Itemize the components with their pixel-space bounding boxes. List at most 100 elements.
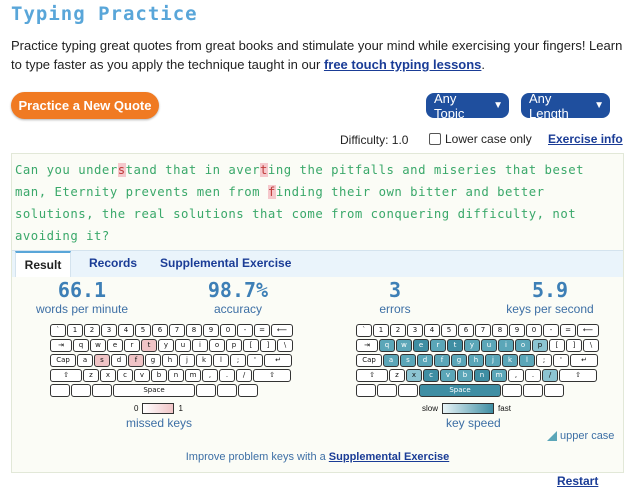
key	[50, 384, 70, 397]
key: 1	[67, 324, 83, 337]
key: i	[192, 339, 208, 352]
speed-legend: slow fast	[422, 403, 511, 414]
key: t	[447, 339, 463, 352]
key: 2	[390, 324, 406, 337]
exercise-panel: Can you understand that in averting the …	[11, 153, 624, 473]
errors-label: errors	[379, 302, 411, 316]
key: 6	[458, 324, 474, 337]
keyboard-row: ⇧ z x c v b n m,. / ⇧	[50, 369, 294, 382]
key: y	[158, 339, 174, 352]
page-title: Typing Practice	[11, 3, 198, 25]
key: v	[440, 369, 456, 382]
new-quote-button[interactable]: Practice a New Quote	[11, 92, 159, 119]
quote-segment: Can you under	[15, 163, 118, 177]
keyboard-row: ⇥ q w e r t y u i o p[] \	[356, 339, 600, 352]
wpm-stat: 66.1 words per minute	[32, 278, 132, 316]
upper-case-triangle-icon	[547, 431, 557, 441]
key: p	[532, 339, 548, 352]
kps-stat: 5.9 keys per second	[500, 278, 600, 316]
key: a	[383, 354, 399, 367]
key: 8	[186, 324, 202, 337]
lower-case-checkbox[interactable]	[429, 133, 441, 145]
key: h	[468, 354, 484, 367]
key: -	[237, 324, 253, 337]
length-select-value: Any Length	[529, 90, 569, 121]
key	[523, 384, 543, 397]
key: ↵	[570, 354, 598, 367]
keyboard-row: ` 1 2 3 4 5 6 7 8 9 0- = ⟵	[50, 324, 294, 337]
restart-link[interactable]: Restart	[557, 474, 598, 488]
accuracy-stat: 98.7% accuracy	[188, 278, 288, 316]
intro-end: .	[481, 57, 486, 72]
key: ⇥	[50, 339, 72, 352]
keyboard-row: ` 1 2 3 4 5 6 7 8 9 0- = ⟵	[356, 324, 600, 337]
key: w	[90, 339, 106, 352]
keyboard-row: ⇧ z x c v b n m,. / ⇧	[356, 369, 600, 382]
difficulty-label: Difficulty: 1.0	[340, 133, 409, 147]
key	[356, 384, 376, 397]
key: o	[515, 339, 531, 352]
key: q	[73, 339, 89, 352]
length-select[interactable]: Any Length ▼	[521, 90, 610, 121]
exercise-info-link[interactable]: Exercise info	[548, 132, 623, 146]
key: 9	[509, 324, 525, 337]
key: ⇧	[559, 369, 597, 382]
upper-case-legend: upper case	[547, 430, 614, 442]
key: i	[498, 339, 514, 352]
key: 5	[441, 324, 457, 337]
key: 9	[203, 324, 219, 337]
quote-text[interactable]: Can you understand that in averting the …	[15, 159, 615, 247]
key	[196, 384, 216, 397]
key: y	[464, 339, 480, 352]
lessons-link[interactable]: free touch typing lessons	[324, 57, 481, 72]
key: f	[128, 354, 144, 367]
key: ,	[202, 369, 218, 382]
key: ↵	[264, 354, 292, 367]
key: e	[107, 339, 123, 352]
key: ⟵	[271, 324, 293, 337]
key: '	[247, 354, 263, 367]
key: /	[542, 369, 558, 382]
errors-value: 3	[388, 278, 402, 302]
key: k	[196, 354, 212, 367]
key: 3	[407, 324, 423, 337]
key: u	[481, 339, 497, 352]
key: ;	[230, 354, 246, 367]
tab-result[interactable]: Result	[15, 251, 71, 277]
missed-legend-bar	[142, 403, 175, 414]
key: m	[491, 369, 507, 382]
key: h	[162, 354, 178, 367]
key: j	[485, 354, 501, 367]
key: r	[430, 339, 446, 352]
key: 2	[84, 324, 100, 337]
key: ⇧	[253, 369, 291, 382]
missed-keys-keyboard: ` 1 2 3 4 5 6 7 8 9 0- = ⟵ ⇥ q w e r t y u i o p[] \ Cap a s d f g h j k l…	[50, 324, 294, 399]
key: Cap	[356, 354, 382, 367]
key: [	[243, 339, 259, 352]
tab-supplemental-exercise[interactable]: Supplemental Exercise	[160, 256, 291, 270]
key: b	[151, 369, 167, 382]
key: b	[457, 369, 473, 382]
key: w	[396, 339, 412, 352]
speed-legend-fast: fast	[498, 404, 511, 413]
key	[217, 384, 237, 397]
lower-case-option[interactable]: Lower case only	[429, 132, 532, 146]
key	[238, 384, 258, 397]
quote-segment: tand that in aver	[125, 163, 261, 177]
key: a	[77, 354, 93, 367]
key: `	[356, 324, 372, 337]
key	[502, 384, 522, 397]
key-speed-label: key speed	[446, 416, 501, 430]
chevron-down-icon: ▼	[594, 100, 604, 111]
key: 1	[373, 324, 389, 337]
key: d	[417, 354, 433, 367]
topic-select[interactable]: Any Topic ▼	[426, 91, 509, 121]
kps-label: keys per second	[506, 302, 594, 316]
key: x	[100, 369, 116, 382]
key: l	[213, 354, 229, 367]
supplemental-exercise-link[interactable]: Supplemental Exercise	[329, 451, 449, 463]
tab-records[interactable]: Records	[89, 256, 137, 270]
chevron-down-icon: ▼	[493, 100, 503, 111]
missed-legend-max: 1	[178, 404, 183, 413]
key: o	[209, 339, 225, 352]
